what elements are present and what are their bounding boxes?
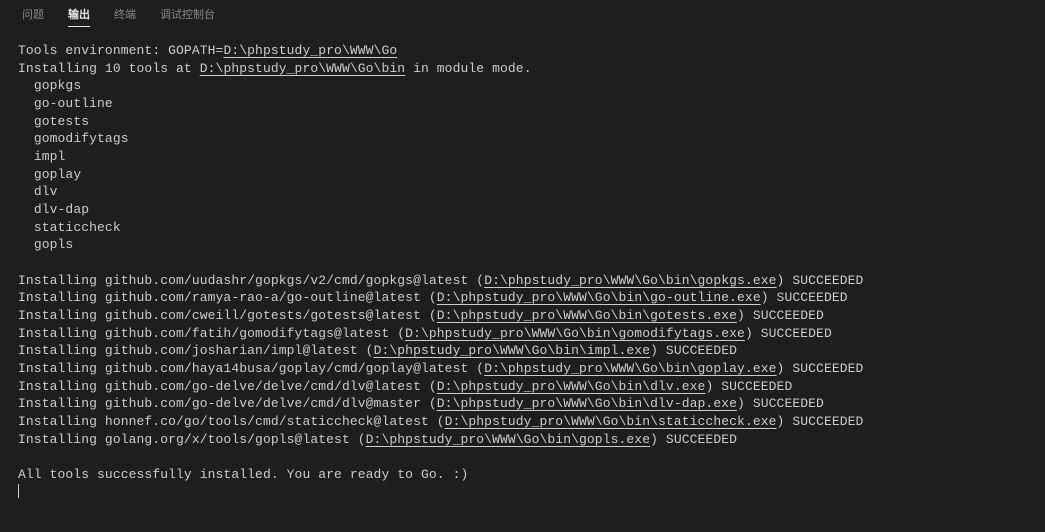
tool-item: go-outline [34, 96, 113, 111]
install-line: Installing github.com/josharian/impl@lat… [18, 343, 737, 358]
install-path: D:\phpstudy_pro\WWW\Go\bin [200, 61, 405, 76]
panel-tabs: 问题 输出 终端 调试控制台 [0, 0, 1045, 32]
tool-item: gotests [34, 114, 89, 129]
install-line: Installing golang.org/x/tools/gopls@late… [18, 432, 737, 447]
install-line: Installing github.com/haya14busa/goplay/… [18, 361, 863, 376]
tab-debug-console[interactable]: 调试控制台 [160, 6, 215, 27]
install-header: Installing 10 tools at D:\phpstudy_pro\W… [18, 61, 532, 76]
tool-item: staticcheck [34, 220, 121, 235]
tool-item: gopkgs [34, 78, 81, 93]
tab-output[interactable]: 输出 [68, 6, 90, 27]
install-line: Installing github.com/ramya-rao-a/go-out… [18, 290, 848, 305]
footer-line: All tools successfully installed. You ar… [18, 467, 468, 482]
tool-item: goplay [34, 167, 81, 182]
env-path: D:\phpstudy_pro\WWW\Go [223, 43, 397, 58]
text-cursor [18, 484, 19, 498]
tool-item: impl [34, 149, 66, 164]
install-line: Installing github.com/uudashr/gopkgs/v2/… [18, 273, 863, 288]
tool-item: dlv [34, 184, 58, 199]
tool-item: gopls [34, 237, 74, 252]
tab-terminal[interactable]: 终端 [114, 6, 136, 27]
install-line: Installing honnef.co/go/tools/cmd/static… [18, 414, 863, 429]
install-line: Installing github.com/cweill/gotests/got… [18, 308, 824, 323]
install-line: Installing github.com/go-delve/delve/cmd… [18, 396, 824, 411]
tool-item: dlv-dap [34, 202, 89, 217]
env-line: Tools environment: GOPATH=D:\phpstudy_pr… [18, 43, 397, 58]
output-panel[interactable]: Tools environment: GOPATH=D:\phpstudy_pr… [0, 32, 1045, 501]
install-line: Installing github.com/go-delve/delve/cmd… [18, 379, 792, 394]
tool-item: gomodifytags [34, 131, 129, 146]
install-line: Installing github.com/fatih/gomodifytags… [18, 326, 832, 341]
tab-problems[interactable]: 问题 [22, 6, 44, 27]
